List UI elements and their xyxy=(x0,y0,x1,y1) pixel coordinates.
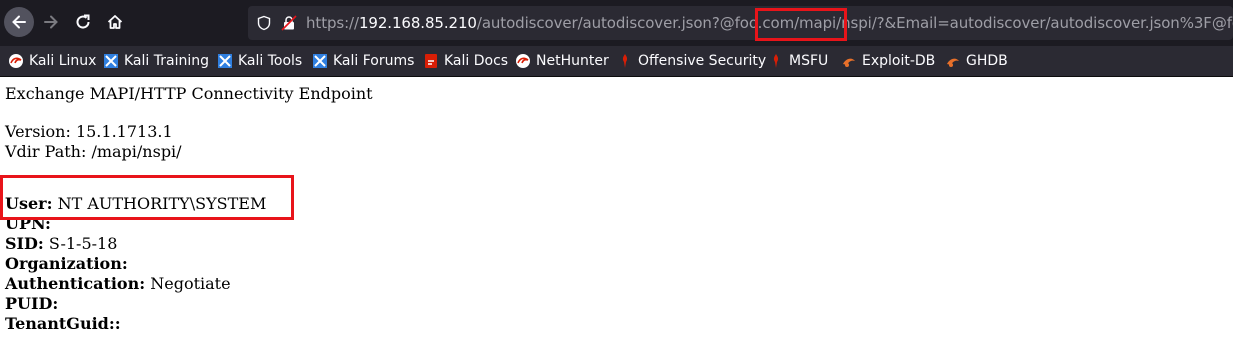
field-key: Organization: xyxy=(5,254,128,273)
exploitdb-icon xyxy=(841,53,857,69)
bookmark-label: Kali Docs xyxy=(444,53,509,69)
field-puid: PUID: xyxy=(5,294,373,314)
kali-training-icon xyxy=(103,53,119,69)
kali-forums-icon xyxy=(312,53,328,69)
user-highlight-box xyxy=(0,175,294,220)
bookmark-kali-docs[interactable]: Kali Docs xyxy=(423,51,508,71)
bookmark-label: GHDB xyxy=(966,53,1008,69)
home-button[interactable] xyxy=(100,7,130,37)
shield-icon[interactable] xyxy=(256,15,272,31)
kali-docs-icon xyxy=(423,53,439,69)
field-key: Authentication: xyxy=(5,274,146,293)
offsec-icon xyxy=(617,53,633,69)
field-key: SID: xyxy=(5,234,44,253)
bookmark-label: Exploit-DB xyxy=(862,53,936,69)
bookmark-label: NetHunter xyxy=(536,53,609,69)
msfu-icon xyxy=(768,53,784,69)
bookmark-label: Kali Linux xyxy=(29,53,97,69)
address-bar[interactable]: https://192.168.85.210/autodiscover/auto… xyxy=(248,6,1233,40)
bookmark-nethunter[interactable]: NetHunter xyxy=(515,51,609,71)
bookmark-label: Kali Training xyxy=(124,53,209,69)
url-host: 192.168.85.210 xyxy=(358,14,477,32)
bookmark-msfu[interactable]: MSFU xyxy=(768,51,828,71)
browser-toolbar: https://192.168.85.210/autodiscover/auto… xyxy=(0,0,1233,46)
field-authentication: Authentication: Negotiate xyxy=(5,274,373,294)
back-arrow-icon xyxy=(4,7,34,37)
home-icon xyxy=(107,15,123,29)
vdir-path-line: Vdir Path: /mapi/nspi/ xyxy=(5,142,182,161)
field-value: S-1-5-18 xyxy=(43,234,118,253)
url-scheme: https:// xyxy=(306,14,359,32)
bookmark-kali-linux[interactable]: Kali Linux xyxy=(8,51,96,71)
back-button[interactable] xyxy=(4,7,34,37)
reload-button[interactable] xyxy=(68,7,98,37)
bookmark-kali-tools[interactable]: Kali Tools xyxy=(217,51,302,71)
bookmark-label: Kali Forums xyxy=(333,53,415,69)
field-organization: Organization: xyxy=(5,254,373,274)
kali-dragon-icon xyxy=(8,53,24,69)
bookmark-exploit-db[interactable]: Exploit-DB xyxy=(841,51,935,71)
bookmark-kali-forums[interactable]: Kali Forums xyxy=(312,51,414,71)
insecure-lock-icon[interactable] xyxy=(281,15,297,31)
page-title: Exchange MAPI/HTTP Connectivity Endpoint xyxy=(5,84,373,103)
forward-arrow-icon xyxy=(44,15,58,29)
bookmark-label: MSFU xyxy=(789,53,829,69)
url-path: /autodiscover/autodiscover.json?@foo.com… xyxy=(476,14,1233,32)
field-sid: SID: S-1-5-18 xyxy=(5,234,373,254)
bookmark-kali-training[interactable]: Kali Training xyxy=(103,51,209,71)
bookmarks-toolbar: Kali Linux Kali Training Kali Tools Kali… xyxy=(0,46,1233,77)
kali-tools-icon xyxy=(217,53,233,69)
field-key: PUID: xyxy=(5,294,59,313)
bookmark-label: Kali Tools xyxy=(238,53,303,69)
bookmark-offensive-security[interactable]: Offensive Security xyxy=(617,51,766,71)
reload-icon xyxy=(76,14,90,29)
bookmark-ghdb[interactable]: GHDB xyxy=(945,51,1008,71)
url-highlight-box xyxy=(755,8,847,41)
ghdb-icon xyxy=(945,53,961,69)
field-value: Negotiate xyxy=(145,274,231,293)
forward-button[interactable] xyxy=(36,7,66,37)
field-tenantguid: TenantGuid:: xyxy=(5,314,373,334)
bookmark-label: Offensive Security xyxy=(638,53,767,69)
nethunter-icon xyxy=(515,53,531,69)
field-key: TenantGuid:: xyxy=(5,314,121,333)
version-line: Version: 15.1.1713.1 xyxy=(5,122,173,141)
